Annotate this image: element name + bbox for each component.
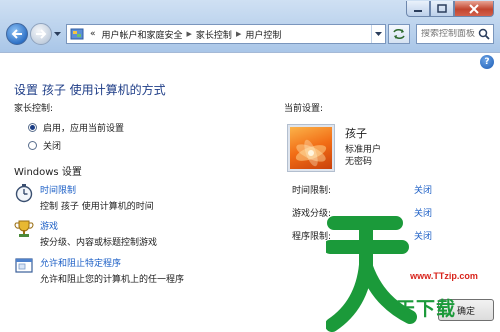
time-limits-description: 控制 孩子 使用计算机的时间 bbox=[40, 202, 154, 212]
back-arrow-icon bbox=[11, 29, 22, 39]
breadcrumb-user-controls[interactable]: 用户控制 bbox=[242, 28, 284, 41]
user-name: 孩子 bbox=[345, 127, 367, 140]
status-time-limits: 时间限制: 关闭 bbox=[292, 183, 432, 196]
control-panel-icon bbox=[70, 28, 84, 40]
minimize-icon bbox=[414, 9, 422, 12]
breadcrumb-separator-icon[interactable]: ▶ bbox=[235, 30, 242, 38]
user-avatar bbox=[288, 125, 334, 171]
user-password-status: 无密码 bbox=[345, 157, 373, 167]
breadcrumb-separator-icon[interactable]: ▶ bbox=[186, 30, 193, 38]
search-icon[interactable] bbox=[478, 28, 490, 40]
setting-allow-block-programs: 允许和阻止特定程序 允许和阻止您的计算机上的任一程序 bbox=[14, 256, 184, 285]
maximize-icon bbox=[437, 4, 447, 13]
games-link[interactable]: 游戏 bbox=[40, 219, 157, 232]
close-icon bbox=[469, 3, 479, 14]
navigation-bar: « 用户帐户和家庭安全 ▶ 家长控制 ▶ 用户控制 bbox=[6, 22, 496, 46]
window-controls bbox=[406, 1, 494, 17]
page-title: 设置 孩子 使用计算机的方式 bbox=[14, 83, 166, 97]
forward-arrow-icon bbox=[36, 29, 47, 39]
minimize-button[interactable] bbox=[406, 1, 430, 17]
window-chrome: « 用户帐户和家庭安全 ▶ 家长控制 ▶ 用户控制 bbox=[0, 0, 500, 52]
close-button[interactable] bbox=[454, 1, 494, 17]
radio-unselected[interactable] bbox=[28, 141, 37, 150]
forward-button[interactable] bbox=[30, 23, 52, 45]
search-field[interactable] bbox=[416, 24, 494, 44]
option-enable[interactable]: 启用，应用当前设置 bbox=[28, 121, 124, 134]
windows-settings-heading: Windows 设置 bbox=[14, 167, 82, 178]
address-dropdown[interactable] bbox=[371, 25, 385, 43]
address-bar[interactable]: « 用户帐户和家庭安全 ▶ 家长控制 ▶ 用户控制 bbox=[66, 24, 386, 44]
current-settings-label: 当前设置: bbox=[284, 104, 324, 114]
status-key: 时间限制: bbox=[292, 186, 332, 196]
breadcrumb-parental-controls[interactable]: 家长控制 bbox=[193, 28, 235, 41]
maximize-button[interactable] bbox=[430, 1, 454, 17]
watermark-url: www.TTzip.com bbox=[396, 268, 492, 284]
status-value-link[interactable]: 关闭 bbox=[414, 183, 432, 196]
help-button[interactable]: ? bbox=[480, 55, 494, 69]
stopwatch-icon bbox=[15, 184, 33, 203]
allow-block-programs-link[interactable]: 允许和阻止特定程序 bbox=[40, 256, 184, 269]
setting-games: 游戏 按分级、内容或标题控制游戏 bbox=[14, 219, 157, 248]
option-off-label[interactable]: 关闭 bbox=[43, 139, 61, 152]
chevron-down-icon bbox=[53, 31, 61, 36]
option-off[interactable]: 关闭 bbox=[28, 139, 61, 152]
breadcrumb-user-accounts[interactable]: 用户帐户和家庭安全 bbox=[99, 28, 186, 41]
radio-selected[interactable] bbox=[28, 123, 37, 132]
address-overflow[interactable]: « bbox=[87, 29, 99, 39]
allow-block-programs-description: 允许和阻止您的计算机上的任一程序 bbox=[40, 275, 185, 285]
recent-pages-dropdown[interactable] bbox=[52, 23, 62, 45]
games-description: 按分级、内容或标题控制游戏 bbox=[40, 238, 158, 248]
time-limits-link[interactable]: 时间限制 bbox=[40, 183, 154, 196]
parental-control-label: 家长控制: bbox=[14, 104, 54, 114]
program-window-icon bbox=[15, 258, 33, 273]
trophy-icon bbox=[14, 220, 34, 237]
flower-avatar-icon bbox=[295, 139, 327, 167]
search-input[interactable] bbox=[421, 29, 479, 39]
refresh-icon bbox=[393, 28, 405, 40]
watermark-text: 天下载 bbox=[396, 298, 457, 320]
setting-time-limits: 时间限制 控制 孩子 使用计算机的时间 bbox=[14, 183, 154, 212]
refresh-button[interactable] bbox=[388, 24, 410, 44]
chevron-down-icon bbox=[375, 31, 382, 36]
option-enable-label[interactable]: 启用，应用当前设置 bbox=[43, 121, 124, 134]
back-button[interactable] bbox=[6, 23, 28, 45]
